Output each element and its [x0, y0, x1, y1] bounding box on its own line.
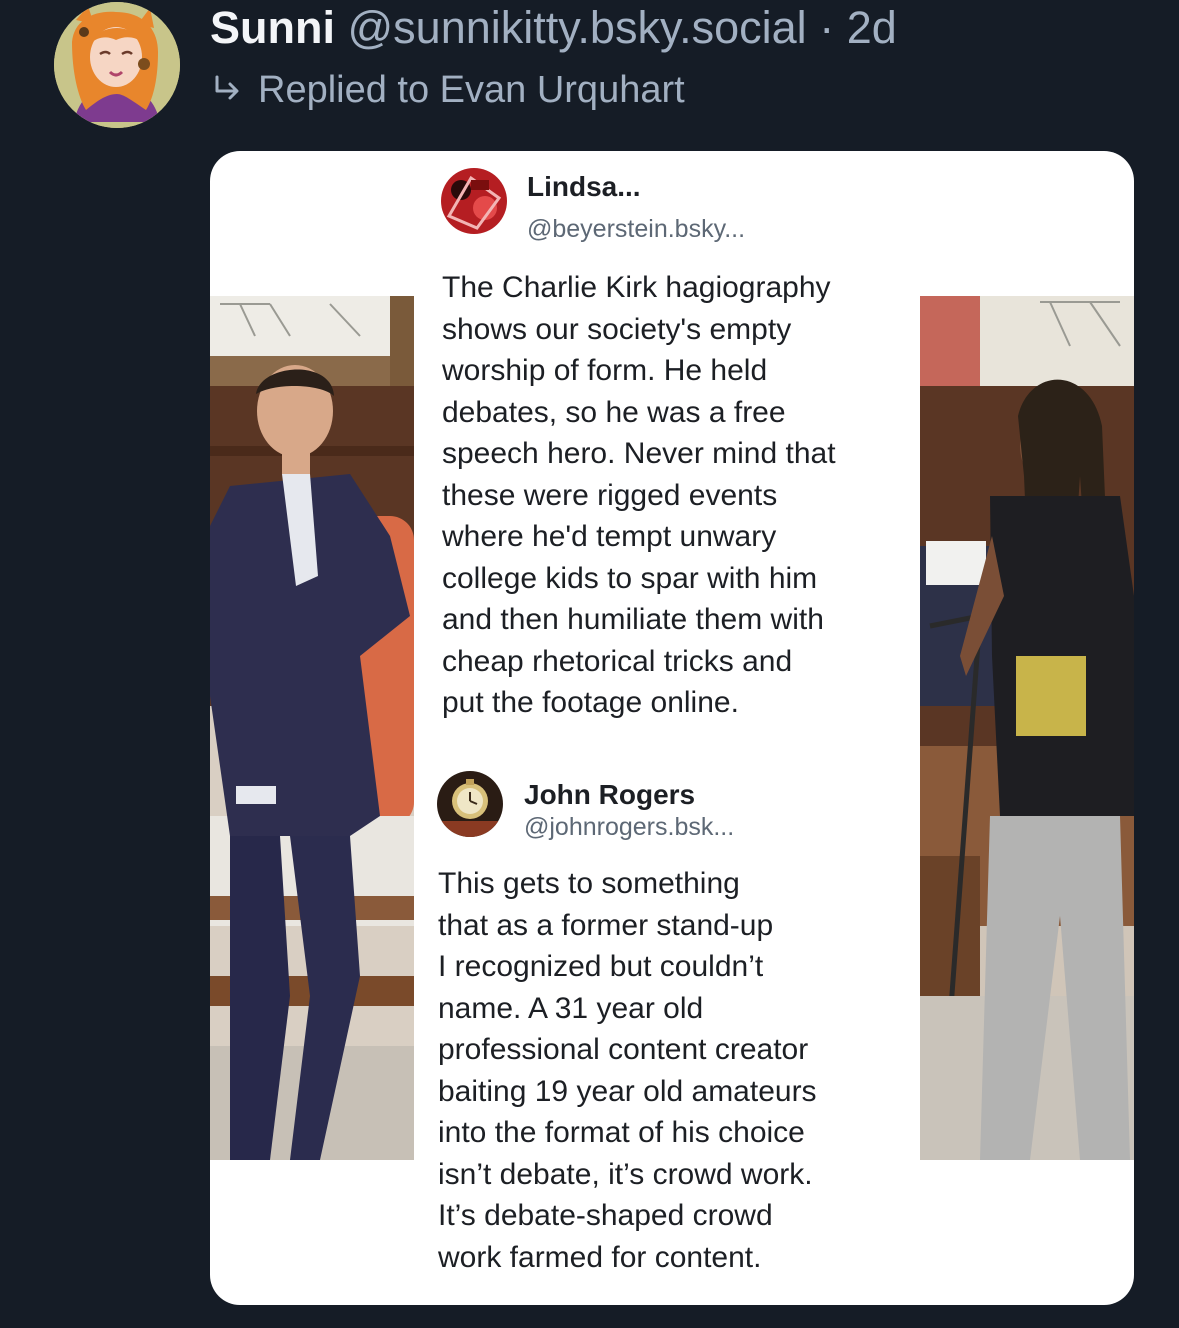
embedded-post-author-handle: @beyerstein.bsky...	[527, 215, 746, 243]
reply-arrow-icon	[212, 68, 242, 116]
post-view: Sunni @sunnikitty.bsky.social · 2d Repli…	[0, 0, 1179, 1328]
embedded-post-avatar	[441, 168, 507, 234]
reply-context-text: Replied to Evan Urquhart	[258, 69, 685, 111]
embedded-post-author-name: John Rogers	[524, 779, 696, 810]
author-avatar[interactable]	[54, 2, 180, 128]
embedded-post-avatar	[437, 771, 503, 837]
post-age[interactable]: 2d	[847, 2, 897, 53]
embedded-post-john-rogers: John Rogers @johnrogers.bsk... This gets…	[414, 767, 918, 1297]
post-header: Sunni @sunnikitty.bsky.social · 2d	[210, 2, 897, 54]
embedded-post-text: The Charlie Kirk hagiography shows our s…	[442, 271, 836, 719]
embedded-image[interactable]: Lindsa... @beyerstein.bsky... The Charli…	[210, 151, 1134, 1305]
author-display-name[interactable]: Sunni	[210, 2, 335, 53]
author-handle[interactable]: @sunnikitty.bsky.social	[348, 2, 807, 53]
separator-dot: ·	[819, 2, 835, 53]
embedded-post-lindsay: Lindsa... @beyerstein.bsky... The Charli…	[416, 161, 920, 731]
embedded-post-author-handle: @johnrogers.bsk...	[524, 813, 735, 841]
embedded-post-text: This gets to something that as a former …	[438, 867, 817, 1274]
embedded-post-author-name: Lindsa...	[527, 171, 641, 202]
photo-left-speaker	[210, 296, 414, 1160]
reply-context[interactable]: Replied to Evan Urquhart	[212, 66, 685, 114]
photo-right-student	[920, 296, 1134, 1160]
